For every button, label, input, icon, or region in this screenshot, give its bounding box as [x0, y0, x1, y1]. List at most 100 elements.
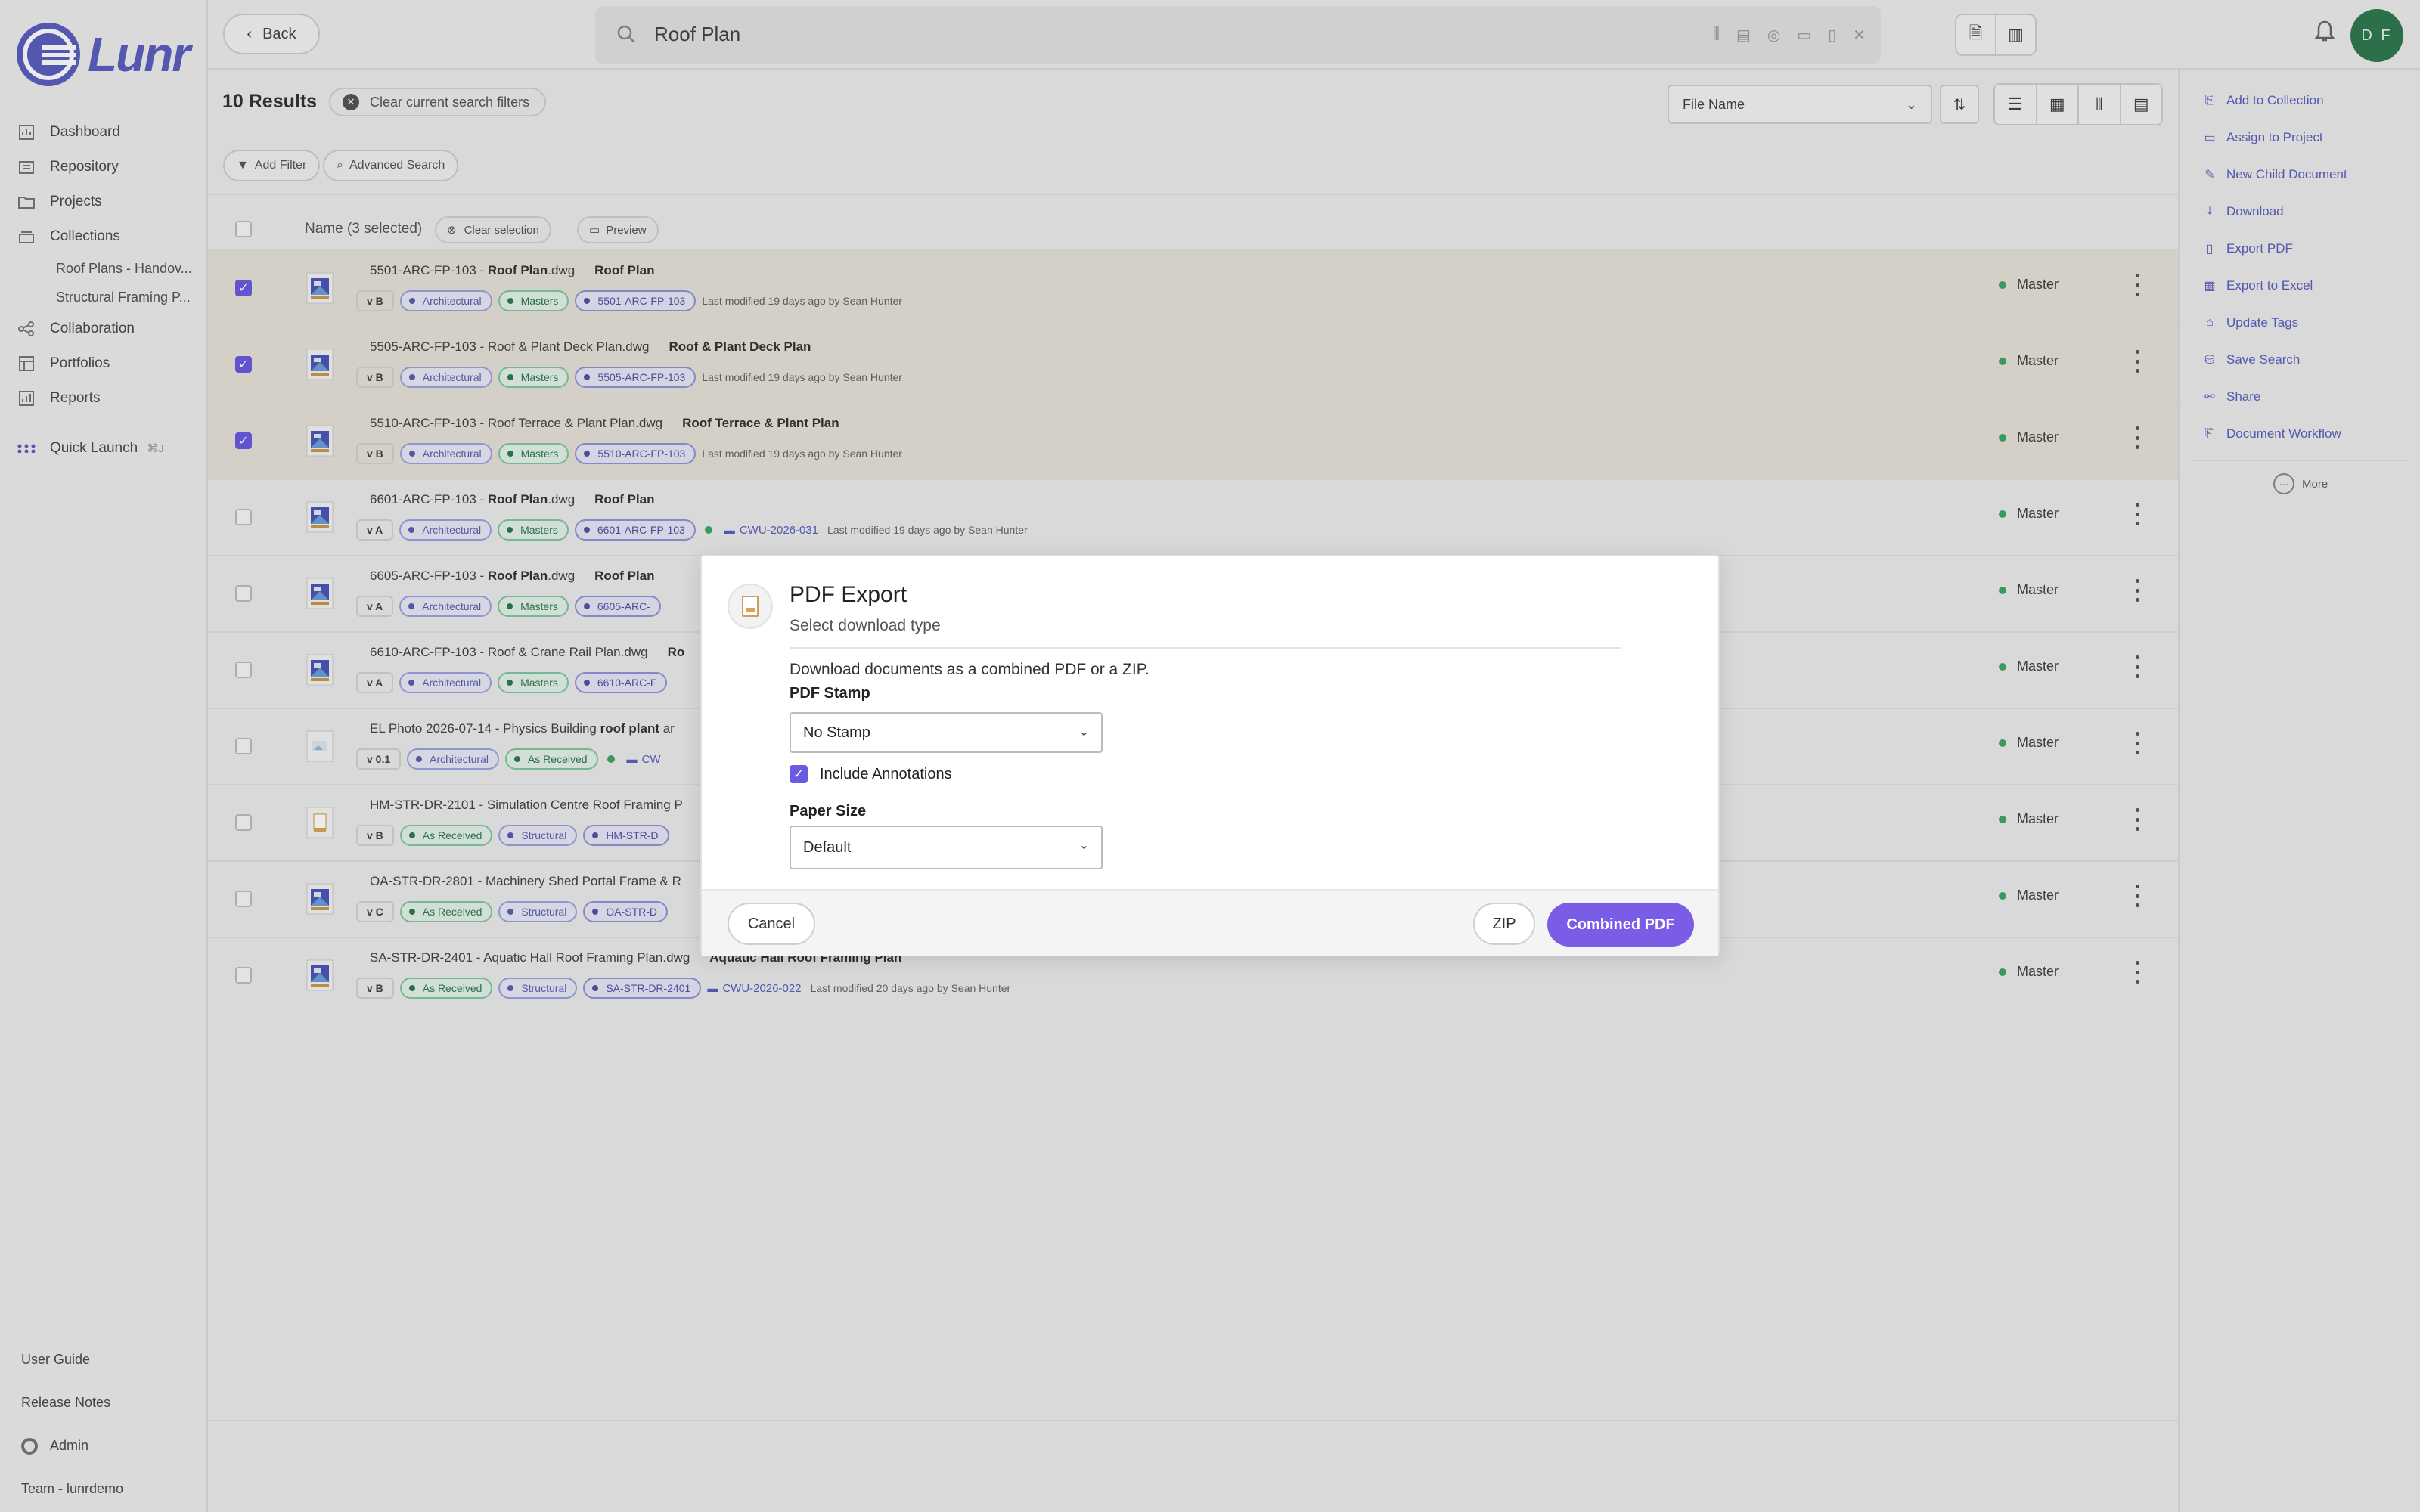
- avatar[interactable]: D F: [2350, 9, 2403, 62]
- table-row[interactable]: ✓ 5501-ARC-FP-103 - Roof Plan.dwg Roof Pl…: [208, 249, 2178, 326]
- action-update-tags[interactable]: ⌂ Update Tags: [2180, 304, 2406, 341]
- columns-view-icon[interactable]: ⫴: [2077, 85, 2120, 124]
- tag-chip[interactable]: Architectural: [407, 748, 499, 770]
- grid-view-icon[interactable]: ▦: [2035, 85, 2078, 124]
- select-all-checkbox[interactable]: [235, 221, 252, 237]
- tag-chip[interactable]: As Received: [399, 978, 493, 999]
- action-export-pdf[interactable]: ▯ Export PDF: [2180, 230, 2406, 267]
- tag-chip[interactable]: Structural: [498, 901, 578, 922]
- nav-dashboard[interactable]: Dashboard: [17, 115, 202, 150]
- tag-chip[interactable]: Architectural: [399, 672, 492, 693]
- row-checkbox[interactable]: [235, 738, 252, 754]
- file-thumbnail-icon[interactable]: [306, 807, 334, 838]
- action-new-child-document[interactable]: ✎ New Child Document: [2180, 156, 2406, 193]
- nav-collaboration[interactable]: Collaboration: [17, 311, 202, 346]
- tag-chip[interactable]: 5501-ARC-FP-103: [575, 290, 697, 311]
- tag-chip[interactable]: 6610-ARC-F: [574, 672, 668, 693]
- file-title[interactable]: 6610-ARC-FP-103 - Roof & Crane Rail Plan…: [370, 645, 684, 660]
- row-checkbox[interactable]: [235, 662, 252, 678]
- tag-chip[interactable]: 6601-ARC-FP-103: [574, 519, 696, 541]
- action-download[interactable]: ⤓ Download: [2180, 193, 2406, 230]
- cancel-button[interactable]: Cancel: [728, 903, 815, 945]
- nav-repository[interactable]: Repository: [17, 150, 202, 184]
- include-annotations-checkbox[interactable]: ✓: [790, 765, 808, 783]
- tag-chip[interactable]: Masters: [498, 596, 569, 617]
- action-document-workflow[interactable]: ⎗ Document Workflow: [2180, 415, 2406, 452]
- app-logo[interactable]: Lunr: [17, 23, 191, 86]
- tag-chip[interactable]: Masters: [498, 367, 569, 388]
- tag-chip[interactable]: As Received: [399, 901, 493, 922]
- file-title[interactable]: 6605-ARC-FP-103 - Roof Plan.dwg Roof Plan: [370, 569, 655, 584]
- action-assign-to-project[interactable]: ▭ Assign to Project: [2180, 119, 2406, 156]
- file-title[interactable]: 5510-ARC-FP-103 - Roof Terrace & Plant P…: [370, 416, 839, 431]
- kebab-menu-icon[interactable]: [2133, 426, 2141, 449]
- sliders-icon[interactable]: ⫼: [1713, 26, 1720, 45]
- tag-chip[interactable]: 6605-ARC-: [574, 596, 661, 617]
- file-title[interactable]: OA-STR-DR-2801 - Machinery Shed Portal F…: [370, 874, 701, 889]
- row-checkbox[interactable]: ✓: [235, 356, 252, 373]
- tag-chip[interactable]: Architectural: [399, 443, 492, 464]
- back-button[interactable]: ‹ Back: [223, 14, 320, 54]
- kebab-menu-icon[interactable]: [2133, 885, 2141, 907]
- kebab-menu-icon[interactable]: [2133, 503, 2141, 525]
- sort-direction-button[interactable]: ⇅: [1940, 85, 1979, 124]
- nav-portfolios[interactable]: Portfolios: [17, 346, 202, 381]
- action-add-to-collection[interactable]: ⎘ Add to Collection: [2180, 82, 2406, 119]
- tag-chip[interactable]: Architectural: [399, 290, 492, 311]
- kebab-menu-icon[interactable]: [2133, 655, 2141, 678]
- kebab-menu-icon[interactable]: [2133, 350, 2141, 373]
- file-thumbnail-icon[interactable]: [306, 883, 334, 915]
- row-checkbox[interactable]: [235, 967, 252, 984]
- pdf-stamp-select[interactable]: No Stamp ⌄: [790, 712, 1103, 753]
- tag-chip[interactable]: Structural: [498, 825, 578, 846]
- sort-select[interactable]: File Name ⌄: [1668, 85, 1932, 124]
- user-guide-link[interactable]: User Guide: [21, 1338, 123, 1381]
- add-filter-button[interactable]: ▼ Add Filter: [223, 150, 321, 181]
- tag-chip[interactable]: Architectural: [399, 367, 492, 388]
- project-link[interactable]: CW: [642, 753, 661, 766]
- paper-size-select[interactable]: Default ⌄: [790, 826, 1103, 869]
- tag-chip[interactable]: 5505-ARC-FP-103: [575, 367, 697, 388]
- list-view-icon[interactable]: ☰: [1995, 85, 2036, 124]
- tag-chip[interactable]: Masters: [498, 290, 569, 311]
- combined-pdf-button[interactable]: Combined PDF: [1547, 903, 1694, 947]
- file-title[interactable]: 6601-ARC-FP-103 - Roof Plan.dwg Roof Plan: [370, 492, 655, 507]
- file-icon[interactable]: ▯: [1828, 26, 1836, 45]
- tag-chip[interactable]: OA-STR-D: [583, 901, 668, 922]
- row-checkbox[interactable]: ✓: [235, 280, 252, 296]
- action-save-search[interactable]: ⛁ Save Search: [2180, 341, 2406, 378]
- team-link[interactable]: Team - lunrdemo: [21, 1467, 123, 1510]
- include-annotations-option[interactable]: ✓ Include Annotations: [790, 765, 952, 783]
- row-checkbox[interactable]: [235, 814, 252, 831]
- row-checkbox[interactable]: ✓: [235, 432, 252, 449]
- table-row[interactable]: ✓ 5505-ARC-FP-103 - Roof & Plant Deck Pl…: [208, 326, 2178, 402]
- row-checkbox[interactable]: [235, 509, 252, 525]
- file-thumbnail-icon[interactable]: [306, 425, 334, 457]
- tag-chip[interactable]: As Received: [399, 825, 493, 846]
- file-thumbnail-icon[interactable]: [306, 501, 334, 533]
- tag-chip[interactable]: Structural: [498, 978, 578, 999]
- file-title[interactable]: 5505-ARC-FP-103 - Roof & Plant Deck Plan…: [370, 339, 811, 355]
- row-checkbox[interactable]: [235, 891, 252, 907]
- action-export-to-excel[interactable]: ▦ Export to Excel: [2180, 267, 2406, 304]
- kebab-menu-icon[interactable]: [2133, 961, 2141, 984]
- tag-chip[interactable]: As Received: [504, 748, 598, 770]
- clear-selection-button[interactable]: ⊗ Clear selection: [435, 216, 551, 243]
- tag-chip[interactable]: SA-STR-DR-2401: [583, 978, 702, 999]
- map-icon[interactable]: ▥: [1995, 15, 2035, 54]
- zip-button[interactable]: ZIP: [1473, 903, 1535, 945]
- project-link[interactable]: CWU-2026-031: [740, 524, 818, 537]
- kebab-menu-icon[interactable]: [2133, 732, 2141, 754]
- tag-chip[interactable]: Masters: [498, 672, 569, 693]
- file-thumbnail-icon[interactable]: [306, 730, 334, 762]
- tag-chip[interactable]: Masters: [498, 443, 569, 464]
- table-row[interactable]: ✓ 5510-ARC-FP-103 - Roof Terrace & Plant…: [208, 402, 2178, 479]
- file-thumbnail-icon[interactable]: [306, 272, 334, 304]
- more-button[interactable]: ··· More: [2273, 473, 2328, 494]
- file-title[interactable]: EL Photo 2026-07-14 - Physics Building r…: [370, 721, 694, 736]
- file-thumbnail-icon[interactable]: [306, 654, 334, 686]
- advanced-search-button[interactable]: ⌕ Advanced Search: [323, 150, 459, 181]
- search-bar[interactable]: Roof Plan ⫼ ▤ ◎ ▭ ▯ ✕: [595, 6, 1881, 64]
- clear-filters-button[interactable]: ✕ Clear current search filters: [329, 88, 547, 116]
- kebab-menu-icon[interactable]: [2133, 579, 2141, 602]
